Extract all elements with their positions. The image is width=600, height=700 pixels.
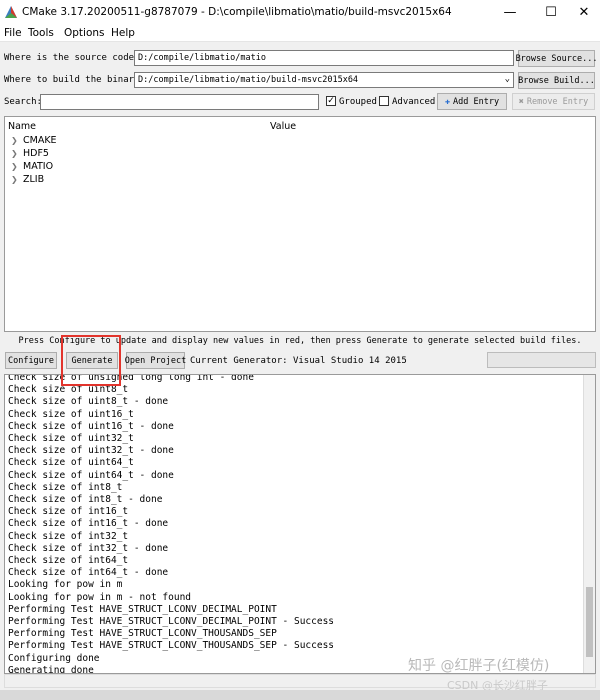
- chevron-down-icon[interactable]: ⌄: [505, 74, 510, 84]
- log-line: Check size of uint16_t - done: [8, 420, 174, 432]
- window-title: CMake 3.17.20200511-g8787079 - D:\compil…: [22, 6, 452, 18]
- grouped-checkbox[interactable]: ✓: [326, 96, 336, 106]
- log-line: Check size of int8_t - done: [8, 494, 163, 506]
- remove-entry-button[interactable]: ✖ Remove Entry: [512, 93, 595, 110]
- vertical-scrollbar[interactable]: [583, 375, 595, 673]
- browse-source-button[interactable]: Browse Source...: [516, 50, 597, 67]
- chevron-right-icon[interactable]: ❯: [11, 149, 23, 158]
- advanced-label: Advanced: [392, 97, 436, 107]
- add-entry-button[interactable]: ✚ Add Entry: [437, 93, 507, 110]
- progress-bar: [487, 352, 596, 368]
- log-line: Check size of unsigned long long int - d…: [8, 374, 254, 383]
- plus-icon: ✚: [444, 96, 451, 107]
- menu-bar: File Tools Options Help: [0, 24, 600, 42]
- configure-button[interactable]: Configure: [5, 352, 57, 369]
- tree-group-row[interactable]: ❯ HDF5: [11, 148, 49, 159]
- source-label: Where is the source code:: [4, 53, 140, 63]
- output-lines: Check size of unsigned long long int - d…: [8, 374, 335, 674]
- generate-highlight-box: [61, 335, 121, 386]
- log-line: Check size of uint32_t: [8, 433, 134, 445]
- menu-tools[interactable]: Tools: [28, 27, 54, 39]
- build-path-value: D:/compile/libmatio/matio/build-msvc2015…: [138, 75, 359, 85]
- log-line: Check size of uint8_t: [8, 384, 129, 396]
- log-line: Check size of int8_t: [8, 481, 123, 493]
- cmake-logo-icon: [5, 6, 17, 18]
- build-path-combo[interactable]: D:/compile/libmatio/matio/build-msvc2015…: [134, 72, 514, 88]
- browse-build-button[interactable]: Browse Build...: [518, 72, 595, 89]
- log-line: Check size of int64_t - done: [8, 567, 169, 579]
- tree-group-label: HDF5: [23, 148, 49, 159]
- watermark-zhihu: 知乎 @红胖子(红模仿): [408, 658, 550, 674]
- log-line: Performing Test HAVE_STRUCT_LCONV_THOUSA…: [8, 628, 277, 640]
- tree-group-row[interactable]: ❯ CMAKE: [11, 135, 57, 146]
- log-line: Check size of uint64_t: [8, 457, 134, 469]
- log-line: Check size of uint16_t: [8, 408, 134, 420]
- tree-group-row[interactable]: ❯ MATIO: [11, 161, 53, 172]
- log-line: Looking for pow in m - not found: [8, 591, 192, 603]
- log-line: Check size of int16_t - done: [8, 518, 169, 530]
- remove-entry-label: Remove Entry: [526, 96, 589, 107]
- log-line: Check size of uint64_t - done: [8, 469, 174, 481]
- log-line: Performing Test HAVE_STRUCT_LCONV_DECIMA…: [8, 603, 277, 615]
- taskbar-strip: [0, 690, 600, 700]
- open-project-button[interactable]: Open Project: [125, 352, 186, 369]
- add-entry-label: Add Entry: [453, 96, 500, 107]
- title-bar: CMake 3.17.20200511-g8787079 - D:\compil…: [0, 0, 600, 24]
- scrollbar-thumb[interactable]: [586, 587, 593, 657]
- log-line: Performing Test HAVE_STRUCT_LCONV_DECIMA…: [8, 616, 335, 628]
- close-icon[interactable]: ✕: [566, 0, 600, 24]
- log-line: Configuring done: [8, 652, 100, 664]
- log-line: Performing Test HAVE_STRUCT_LCONV_THOUSA…: [8, 640, 335, 652]
- log-line: Check size of int64_t: [8, 555, 129, 567]
- log-line: Check size of int32_t - done: [8, 542, 169, 554]
- search-label: Search:: [4, 97, 42, 107]
- chevron-right-icon[interactable]: ❯: [11, 136, 23, 145]
- log-line: Check size of uint8_t - done: [8, 396, 169, 408]
- menu-file[interactable]: File: [4, 27, 22, 39]
- minimize-icon[interactable]: —: [492, 0, 528, 24]
- output-log[interactable]: Check size of unsigned long long int - d…: [4, 374, 596, 674]
- source-path-field[interactable]: D:/compile/libmatio/matio: [134, 50, 514, 66]
- chevron-right-icon[interactable]: ❯: [11, 175, 23, 184]
- log-line: Check size of uint32_t - done: [8, 445, 174, 457]
- column-header-value[interactable]: Value: [270, 121, 296, 132]
- tree-group-row[interactable]: ❯ ZLIB: [11, 174, 44, 185]
- log-line: Check size of int16_t: [8, 506, 129, 518]
- log-line: Check size of int32_t: [8, 530, 129, 542]
- grouped-label: Grouped: [339, 97, 377, 107]
- remove-icon: ✖: [518, 96, 524, 107]
- log-line: Generating done: [8, 664, 94, 674]
- tree-group-label: CMAKE: [23, 135, 57, 146]
- advanced-checkbox[interactable]: [379, 96, 389, 106]
- cache-tree[interactable]: Name Value ❯ CMAKE ❯ HDF5 ❯ MATIO ❯ ZLIB: [4, 116, 596, 332]
- column-header-name[interactable]: Name: [8, 121, 36, 132]
- maximize-icon[interactable]: ☐: [533, 0, 569, 24]
- search-input[interactable]: [40, 94, 319, 110]
- tree-group-label: MATIO: [23, 161, 54, 172]
- current-generator-text: Current Generator: Visual Studio 14 2015: [190, 356, 407, 366]
- menu-options[interactable]: Options: [64, 27, 105, 39]
- build-label: Where to build the binaries:: [4, 75, 156, 85]
- menu-help[interactable]: Help: [111, 27, 135, 39]
- log-line: Looking for pow in m: [8, 579, 123, 591]
- chevron-right-icon[interactable]: ❯: [11, 162, 23, 171]
- tree-group-label: ZLIB: [23, 174, 45, 185]
